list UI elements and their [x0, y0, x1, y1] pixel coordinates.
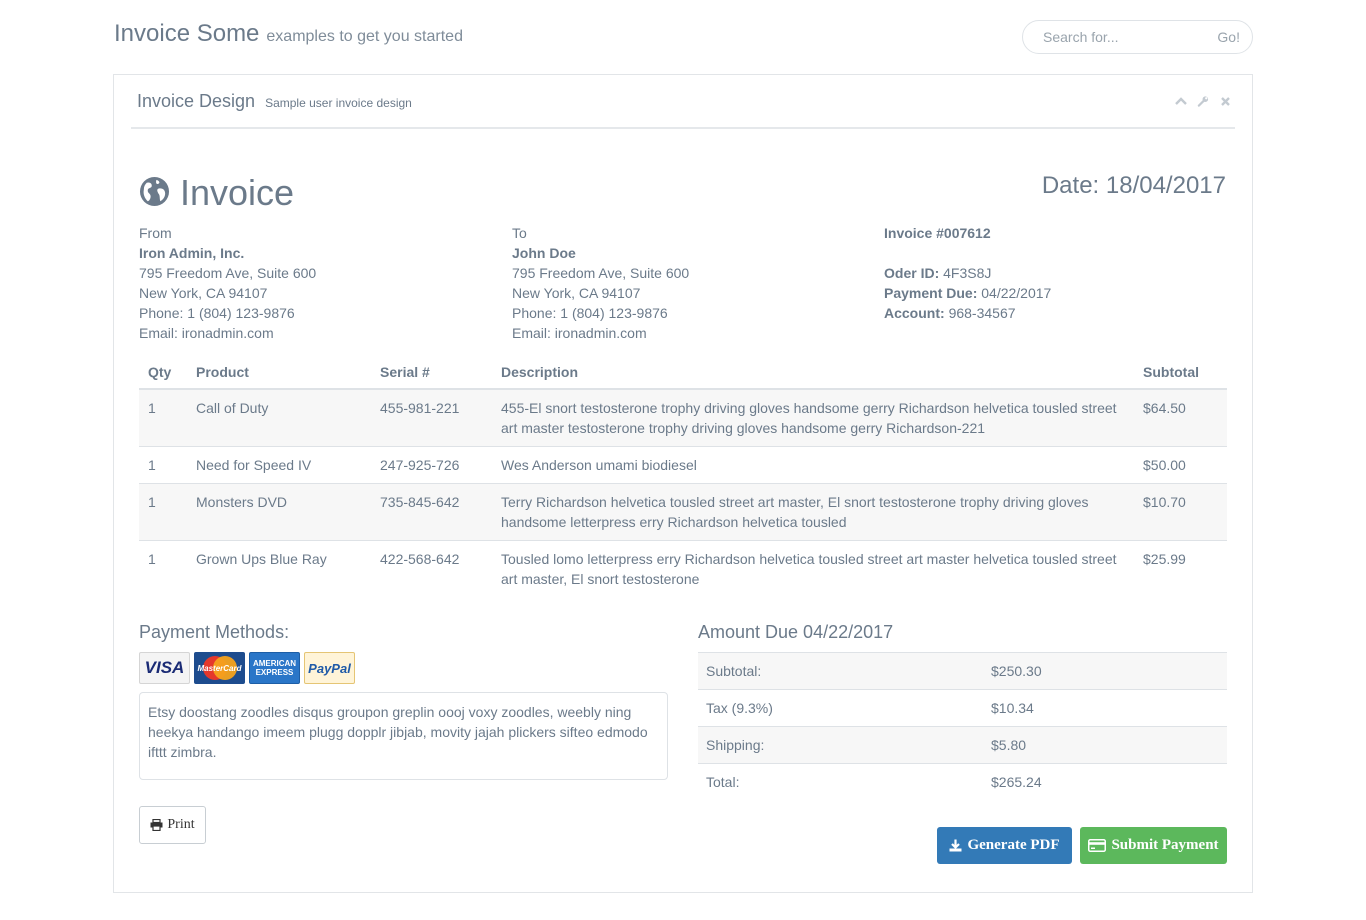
invoice-meta: Invoice #007612 Oder ID: 4F3S8J Payment …	[884, 223, 1051, 323]
col-subtotal: Subtotal	[1134, 355, 1227, 390]
totals-table: Subtotal: $250.30 Tax (9.3%) $10.34 Ship…	[698, 652, 1227, 801]
page-subtitle: examples to get you started	[266, 28, 463, 45]
submit-payment-label: Submit Payment	[1111, 837, 1219, 853]
from-phone: Phone: 1 (804) 123-9876	[139, 305, 295, 321]
to-phone: Phone: 1 (804) 123-9876	[512, 305, 668, 321]
mastercard-icon: MasterCard	[194, 652, 245, 684]
row-qty: 1	[139, 446, 187, 484]
totals-row: Shipping: $5.80	[698, 726, 1227, 764]
page-title: Invoice Some	[114, 20, 260, 47]
invoice-number: Invoice #007612	[884, 225, 991, 241]
panel-subtitle: Sample user invoice design	[265, 95, 412, 110]
row-description: Wes Anderson umami biodiesel	[492, 446, 1134, 484]
to-email: Email: ironadmin.com	[512, 325, 647, 341]
download-icon	[949, 839, 962, 852]
generate-pdf-button[interactable]: Generate PDF	[937, 827, 1072, 864]
printer-icon	[150, 819, 163, 831]
totals-row: Subtotal: $250.30	[698, 652, 1227, 690]
row-product: Monsters DVD	[187, 483, 371, 541]
panel-tools	[1175, 94, 1231, 108]
print-label: Print	[167, 817, 195, 832]
totals-value: $10.34	[991, 689, 1227, 727]
table-row: 1 Monsters DVD 735-845-642 Terry Richard…	[139, 483, 1227, 541]
row-product: Call of Duty	[187, 388, 371, 447]
col-serial: Serial #	[371, 355, 492, 390]
row-description: Tousled lomo letterpress erry Richardson…	[492, 540, 1134, 597]
col-product: Product	[187, 355, 371, 390]
row-qty: 1	[139, 388, 187, 447]
globe-icon	[139, 176, 170, 210]
amount-due-title: Amount Due 04/22/2017	[698, 622, 894, 642]
chevron-up-icon[interactable]	[1175, 94, 1187, 108]
invoice-heading: Invoice	[139, 172, 294, 214]
items-table: Qty Product Serial # Description Subtota…	[139, 355, 1227, 597]
search-go-button[interactable]: Go!	[1217, 29, 1240, 45]
row-subtotal: $25.99	[1134, 540, 1227, 597]
table-row: 1 Grown Ups Blue Ray 422-568-642 Tousled…	[139, 540, 1227, 597]
submit-payment-button[interactable]: Submit Payment	[1080, 827, 1227, 864]
invoice-date: Date: 18/04/2017	[1041, 172, 1226, 199]
account: Account: 968-34567	[884, 305, 1016, 321]
totals-label: Total:	[698, 763, 991, 801]
row-subtotal: $10.70	[1134, 483, 1227, 541]
row-qty: 1	[139, 540, 187, 597]
table-header-row: Qty Product Serial # Description Subtota…	[139, 355, 1227, 390]
invoice-title: Invoice	[180, 172, 295, 213]
from-name: Iron Admin, Inc.	[139, 245, 245, 261]
row-serial: 247-925-726	[371, 446, 492, 484]
payment-cards: VISA MasterCard AMERICAN EXPRESS PayPal	[139, 652, 355, 684]
from-label: From	[139, 225, 172, 241]
to-label: To	[512, 225, 527, 241]
order-id: Oder ID: 4F3S8J	[884, 265, 992, 281]
totals-label: Shipping:	[698, 726, 991, 764]
search-bar: Go!	[1022, 20, 1253, 54]
generate-pdf-label: Generate PDF	[967, 837, 1060, 853]
totals-label: Tax (9.3%)	[698, 689, 991, 727]
to-city: New York, CA 94107	[512, 285, 641, 301]
row-serial: 422-568-642	[371, 540, 492, 597]
credit-card-icon	[1088, 839, 1107, 852]
from-address: From Iron Admin, Inc. 795 Freedom Ave, S…	[139, 223, 316, 343]
from-email: Email: ironadmin.com	[139, 325, 274, 341]
row-subtotal: $50.00	[1134, 446, 1227, 484]
row-serial: 455-981-221	[371, 388, 492, 447]
payment-due: Payment Due: 04/22/2017	[884, 285, 1052, 301]
to-name: John Doe	[512, 245, 576, 261]
totals-value: $5.80	[991, 726, 1227, 764]
from-street: 795 Freedom Ave, Suite 600	[139, 265, 317, 281]
totals-value: $250.30	[991, 652, 1227, 690]
page-header: Invoice Some examples to get you started	[114, 20, 463, 52]
print-button[interactable]: Print	[139, 806, 206, 844]
row-product: Grown Ups Blue Ray	[187, 540, 371, 597]
paypal-icon: PayPal	[304, 652, 355, 684]
row-description: Terry Richardson helvetica tousled stree…	[492, 483, 1134, 541]
from-city: New York, CA 94107	[139, 285, 268, 301]
row-product: Need for Speed IV	[187, 446, 371, 484]
row-description: 455-El snort testosterone trophy driving…	[492, 388, 1134, 447]
row-qty: 1	[139, 483, 187, 541]
row-subtotal: $64.50	[1134, 388, 1227, 447]
panel-title: Invoice Design	[137, 90, 256, 111]
col-description: Description	[492, 355, 1134, 390]
totals-row: Tax (9.3%) $10.34	[698, 689, 1227, 727]
totals-row: Total: $265.24	[698, 763, 1227, 801]
visa-icon: VISA	[139, 652, 190, 684]
close-icon[interactable]	[1219, 94, 1231, 108]
table-row: 1 Call of Duty 455-981-221 455-El snort …	[139, 388, 1227, 447]
table-row: 1 Need for Speed IV 247-925-726 Wes Ande…	[139, 446, 1227, 484]
panel-header: Invoice Design Sample user invoice desig…	[131, 75, 1235, 129]
to-address: To John Doe 795 Freedom Ave, Suite 600 N…	[512, 223, 689, 343]
col-qty: Qty	[139, 355, 187, 390]
totals-label: Subtotal:	[698, 652, 991, 690]
totals-value: $265.24	[991, 763, 1227, 801]
to-street: 795 Freedom Ave, Suite 600	[512, 265, 690, 281]
payment-methods-title: Payment Methods:	[139, 622, 290, 642]
search-input[interactable]	[1043, 29, 1203, 45]
payment-note: Etsy doostang zoodles disqus groupon gre…	[139, 692, 668, 780]
amex-icon: AMERICAN EXPRESS	[249, 652, 300, 684]
row-serial: 735-845-642	[371, 483, 492, 541]
wrench-icon[interactable]	[1197, 94, 1209, 108]
